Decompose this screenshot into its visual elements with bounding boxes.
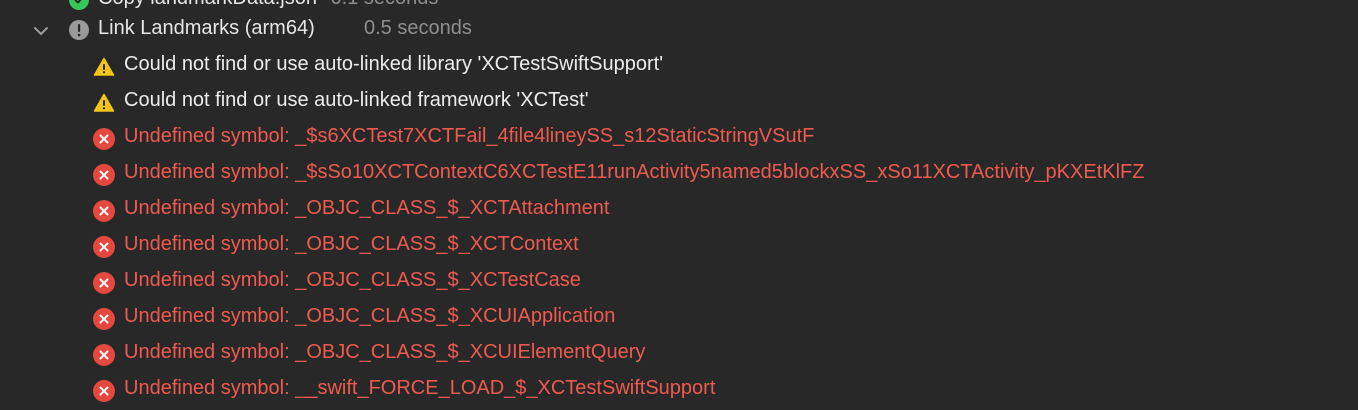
issue-message: Undefined symbol: _$s6XCTest7XCTFail_4fi…: [124, 125, 815, 147]
error-x-icon: [93, 380, 115, 402]
issue-row-error[interactable]: Undefined symbol: _OBJC_CLASS_$_XCUIElem…: [0, 336, 1358, 372]
issue-row-error[interactable]: Undefined symbol: _OBJC_CLASS_$_XCTConte…: [0, 228, 1358, 264]
error-x-icon: [93, 200, 115, 222]
issue-message: Undefined symbol: _OBJC_CLASS_$_XCUIAppl…: [124, 305, 616, 327]
issue-row-error[interactable]: Undefined symbol: __swift_FORCE_LOAD_$_X…: [0, 372, 1358, 408]
issue-message: Undefined symbol: _OBJC_CLASS_$_XCTestCa…: [124, 269, 581, 291]
error-x-icon: [93, 308, 115, 330]
build-step-title: Link Landmarks (arm64): [98, 17, 315, 39]
error-x-icon: [93, 236, 115, 258]
issue-message: Undefined symbol: _OBJC_CLASS_$_XCUIElem…: [124, 341, 646, 363]
warning-triangle-icon: [93, 92, 115, 114]
build-step-duration: 0.1 seconds: [331, 0, 439, 9]
issue-message: Undefined symbol: _OBJC_CLASS_$_XCTConte…: [124, 233, 579, 255]
issue-row-error[interactable]: Undefined symbol: _OBJC_CLASS_$_XCTAttac…: [0, 192, 1358, 228]
issue-message: Could not find or use auto-linked framew…: [124, 89, 589, 111]
error-x-icon: [93, 272, 115, 294]
issue-row-error[interactable]: Undefined symbol: _OBJC_CLASS_$_XCUIAppl…: [0, 300, 1358, 336]
error-x-icon: [93, 164, 115, 186]
info-exclamation-icon: [69, 20, 89, 40]
build-step-title: Copy landmarkData.json: [98, 0, 317, 9]
issue-row-warning[interactable]: Could not find or use auto-linked framew…: [0, 84, 1358, 120]
success-check-icon: [69, 0, 89, 10]
issue-row-error[interactable]: Undefined symbol: _$sSo10XCTContextC6XCT…: [0, 156, 1358, 192]
build-step-duration: 0.5 seconds: [364, 17, 472, 39]
issue-message: Could not find or use auto-linked librar…: [124, 53, 664, 75]
issue-message: Undefined symbol: _$sSo10XCTContextC6XCT…: [124, 161, 1145, 183]
error-x-icon: [93, 344, 115, 366]
issue-message: Undefined symbol: _OBJC_CLASS_$_XCTAttac…: [124, 197, 610, 219]
issue-row-warning[interactable]: Could not find or use auto-linked librar…: [0, 48, 1358, 84]
error-x-icon: [93, 128, 115, 150]
warning-triangle-icon: [93, 56, 115, 78]
issue-message: Undefined symbol: __swift_FORCE_LOAD_$_X…: [124, 377, 716, 399]
issue-row-error[interactable]: Undefined symbol: _$s6XCTest7XCTFail_4fi…: [0, 120, 1358, 156]
issue-row-error[interactable]: Undefined symbol: _OBJC_CLASS_$_XCTestCa…: [0, 264, 1358, 300]
chevron-down-icon[interactable]: [31, 21, 51, 41]
build-step-link-landmarks[interactable]: Link Landmarks (arm64) 0.5 seconds: [0, 12, 1358, 48]
